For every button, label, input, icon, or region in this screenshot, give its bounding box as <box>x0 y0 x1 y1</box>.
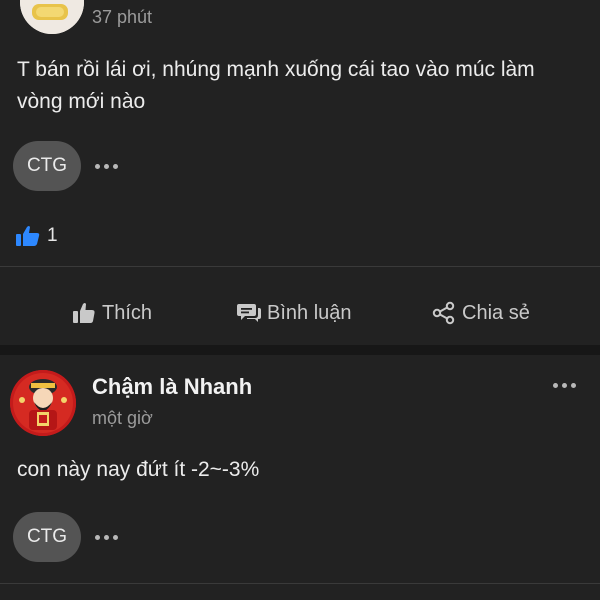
divider <box>0 266 600 267</box>
user-avatar[interactable] <box>10 370 76 436</box>
more-options-icon[interactable] <box>95 164 118 169</box>
more-options-icon[interactable] <box>553 383 576 388</box>
reaction-summary[interactable]: 1 <box>15 225 58 247</box>
user-avatar[interactable] <box>20 0 84 34</box>
reaction-count: 1 <box>47 225 58 246</box>
post-timestamp: 37 phút <box>92 7 153 27</box>
comment-label: Bình luận <box>267 301 352 324</box>
comment-icon <box>237 304 261 322</box>
post-card: Chậm là Nhanh một giờ con này nay đứt ít… <box>0 355 600 600</box>
post-text: T bán rồi lái ơi, nhúng mạnh xuống cái t… <box>17 58 535 113</box>
comment-button[interactable]: Bình luận <box>237 285 352 341</box>
stock-tag[interactable]: CTG <box>13 141 81 191</box>
share-label: Chia sẻ <box>462 301 530 324</box>
action-bar: Thích Bình luận Chia sẻ <box>0 285 600 341</box>
post-text: con này nay đứt ít -2~-3% <box>17 458 260 481</box>
like-label: Thích <box>102 301 153 324</box>
like-reaction-icon <box>16 226 40 246</box>
like-button[interactable]: Thích <box>72 285 152 341</box>
divider <box>0 583 600 584</box>
post-timestamp: một giờ <box>92 408 153 428</box>
post-card: 37 phút T bán rồi lái ơi, nhúng mạnh xuố… <box>0 0 600 345</box>
stock-tag[interactable]: CTG <box>13 512 81 562</box>
share-icon <box>432 301 455 325</box>
more-options-icon[interactable] <box>95 535 118 540</box>
share-button[interactable]: Chia sẻ <box>432 285 530 341</box>
thumbs-up-icon <box>73 303 95 323</box>
author-name[interactable]: Chậm là Nhanh <box>92 374 252 400</box>
